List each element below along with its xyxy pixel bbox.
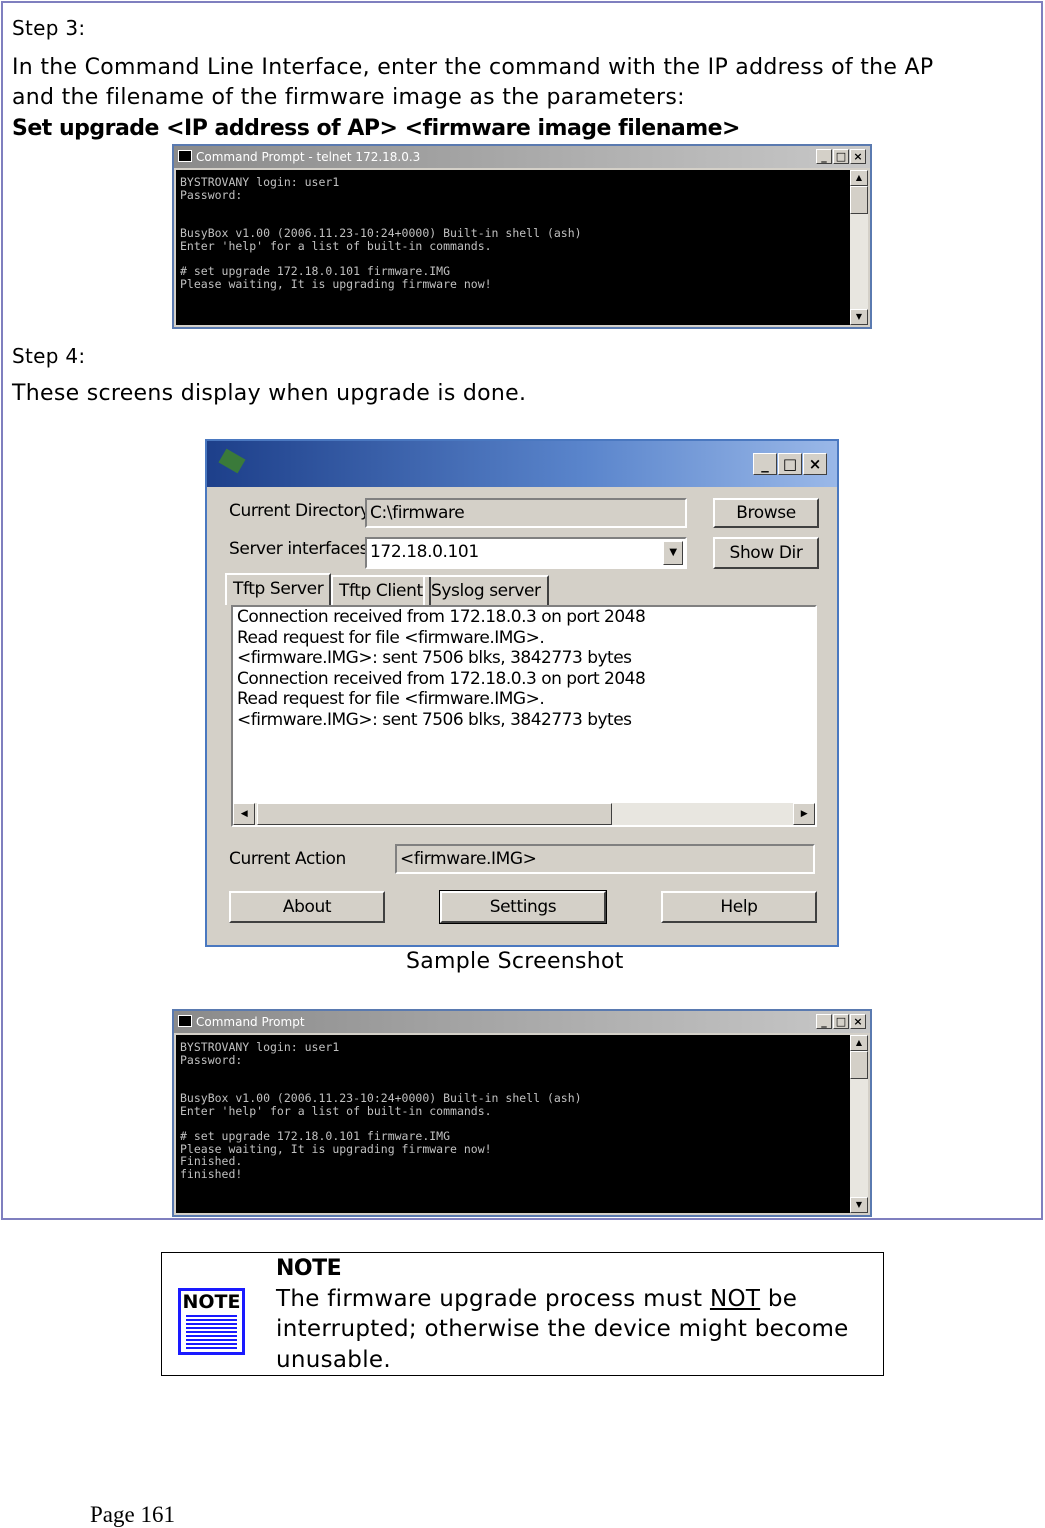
log-line: Read request for file <firmware.IMG>.	[237, 689, 545, 709]
tab-tftp-client[interactable]: Tftp Client	[331, 575, 431, 605]
tftp-window: _ □ × Current Directory C:\firmware Browse…	[205, 439, 839, 947]
log-line: Read request for file <firmware.IMG>.	[237, 627, 545, 648]
log-line: <firmware.IMG>: sent 7506 blks, 3842773 …	[237, 709, 632, 730]
note-icon-label: NOTE	[182, 1291, 241, 1313]
window-title: Command Prompt - telnet 172.18.0.3	[196, 150, 421, 164]
command-syntax: Set upgrade <IP address of AP> <firmware…	[12, 116, 741, 141]
selected-interface: 172.18.0.101	[370, 542, 479, 562]
app-icon	[218, 448, 246, 474]
show-dir-button[interactable]: Show Dir	[713, 537, 819, 569]
note-text: The firmware upgrade process must	[276, 1286, 710, 1312]
chevron-down-icon[interactable]: ▼	[663, 541, 683, 565]
step4-text: These screens display when upgrade is do…	[12, 381, 527, 406]
vertical-scrollbar[interactable]: ▲ ▼	[850, 1035, 868, 1213]
scroll-down-icon[interactable]: ▼	[850, 309, 868, 325]
log-line: <firmware.IMG>: sent 7506 blks, 3842773 …	[237, 648, 632, 668]
maximize-button[interactable]: □	[833, 149, 849, 164]
help-button[interactable]: Help	[661, 891, 817, 923]
title-bar: _ □ ×	[207, 441, 837, 487]
maximize-button[interactable]: □	[778, 453, 802, 475]
minimize-button[interactable]: _	[816, 149, 832, 164]
step3-heading: Step 3:	[12, 16, 86, 40]
title-bar: Command Prompt _ □ ×	[174, 1011, 870, 1033]
log-line: Connection received from 172.18.0.3 on p…	[237, 607, 646, 627]
about-button[interactable]: About	[229, 891, 385, 923]
scroll-up-icon[interactable]: ▲	[850, 170, 868, 186]
page-number: Page 161	[90, 1502, 175, 1527]
title-bar: Command Prompt - telnet 172.18.0.3 _ □ ×	[174, 146, 870, 168]
figure-caption: Sample Screenshot	[406, 949, 624, 974]
log-list: Connection received from 172.18.0.3 on p…	[231, 605, 817, 827]
scroll-thumb[interactable]	[850, 1051, 868, 1079]
current-action-label: Current Action	[229, 849, 346, 869]
horizontal-scrollbar[interactable]: ◀ ▶	[233, 803, 815, 825]
scroll-thumb[interactable]	[257, 803, 612, 825]
server-interfaces-label: Server interfaces	[229, 539, 369, 559]
note-title: NOTE	[276, 1256, 342, 1281]
step3-text-2: and the filename of the firmware image a…	[12, 85, 685, 110]
tab-syslog-server[interactable]: Syslog server	[423, 575, 549, 605]
current-directory-label: Current Directory	[229, 501, 370, 521]
server-interfaces-select[interactable]: 172.18.0.101 ▼	[365, 537, 687, 569]
terminal-output: BYSTROVANY login: user1 Password: BusyBo…	[176, 1035, 850, 1213]
maximize-button[interactable]: □	[833, 1014, 849, 1029]
scroll-thumb[interactable]	[850, 186, 868, 214]
scroll-right-icon[interactable]: ▶	[793, 803, 815, 825]
log-line: Connection received from 172.18.0.3 on p…	[237, 668, 646, 689]
note-text-line1: The firmware upgrade process must NOT be	[276, 1286, 797, 1312]
note-text-line2: interrupted; otherwise the device might …	[276, 1316, 849, 1342]
note-emphasis: NOT	[709, 1286, 761, 1312]
close-button[interactable]: ×	[850, 149, 866, 164]
scroll-down-icon[interactable]: ▼	[850, 1197, 868, 1213]
terminal-output: BYSTROVANY login: user1 Password: BusyBo…	[176, 170, 850, 325]
close-button[interactable]: ×	[850, 1014, 866, 1029]
close-button[interactable]: ×	[803, 453, 827, 475]
tab-tftp-server[interactable]: Tftp Server	[225, 573, 332, 605]
note-box: NOTE NOTE The firmware upgrade process m…	[161, 1252, 884, 1376]
command-prompt-window-finished: Command Prompt _ □ × BYSTROVANY login: use…	[172, 1009, 872, 1217]
minimize-button[interactable]: _	[816, 1014, 832, 1029]
minimize-button[interactable]: _	[753, 453, 777, 475]
scroll-up-icon[interactable]: ▲	[850, 1035, 868, 1051]
scroll-left-icon[interactable]: ◀	[233, 803, 255, 825]
step3-text: In the Command Line Interface, enter the…	[12, 55, 934, 80]
window-title: Command Prompt	[196, 1015, 305, 1029]
step4-heading: Step 4:	[12, 344, 86, 368]
command-prompt-window: Command Prompt - telnet 172.18.0.3 _ □ × B…	[172, 144, 872, 329]
note-icon: NOTE	[178, 1288, 245, 1355]
cmd-icon	[178, 1015, 192, 1027]
note-text-line3: unusable.	[276, 1347, 391, 1373]
settings-button[interactable]: Settings	[439, 890, 607, 924]
browse-button[interactable]: Browse	[713, 498, 819, 528]
current-action-field: <firmware.IMG>	[395, 844, 815, 874]
vertical-scrollbar[interactable]: ▲ ▼	[850, 170, 868, 325]
note-text: be	[760, 1286, 798, 1312]
cmd-icon	[178, 150, 192, 162]
current-directory-field[interactable]: C:\firmware	[365, 498, 687, 528]
